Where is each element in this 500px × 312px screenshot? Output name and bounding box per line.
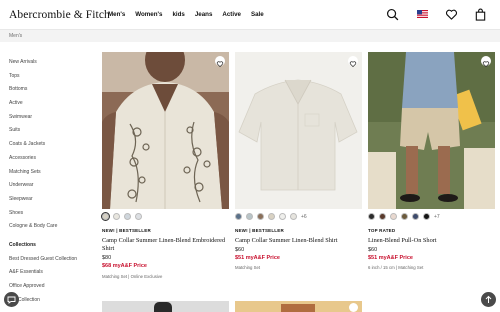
- color-swatch[interactable]: [368, 213, 375, 220]
- heart-icon: [349, 61, 357, 68]
- sidebar-item-best-dressed-guest[interactable]: Best Dressed Guest Collection: [9, 255, 99, 269]
- color-swatch[interactable]: [268, 213, 275, 220]
- sidebar-item-sleepwear[interactable]: Sleepwear: [9, 195, 99, 209]
- nav-sale[interactable]: Sale: [251, 11, 264, 18]
- nav-womens[interactable]: Women's: [135, 11, 162, 18]
- color-swatch[interactable]: [279, 213, 286, 220]
- sidebar-item-coats-jackets[interactable]: Coats & Jackets: [9, 140, 99, 154]
- search-icon[interactable]: [386, 8, 399, 21]
- product-note: Matching Set | Online Exclusive: [102, 274, 163, 279]
- sidebar-item-matching-sets[interactable]: Matching Sets: [9, 168, 99, 182]
- product-name[interactable]: Linen-Blend Pull-On Short: [368, 237, 493, 245]
- product-image[interactable]: [368, 301, 495, 312]
- color-swatch[interactable]: [257, 213, 264, 220]
- shopping-bag-icon[interactable]: [474, 8, 487, 21]
- color-swatch[interactable]: [135, 213, 142, 220]
- color-swatch[interactable]: [124, 213, 131, 220]
- arrow-up-icon: [485, 295, 492, 303]
- color-swatches: [100, 211, 142, 222]
- color-swatch[interactable]: [100, 211, 111, 222]
- member-price: $68 myA&F Price: [102, 263, 147, 269]
- sidebar-item-underwear[interactable]: Underwear: [9, 181, 99, 195]
- sidebar-item-suits[interactable]: Suits: [9, 126, 99, 140]
- sidebar-item-af-essentials[interactable]: A&F Essentials: [9, 268, 99, 282]
- product-name[interactable]: Camp Collar Summer Linen-Blend Shirt: [235, 237, 360, 245]
- product-name[interactable]: Camp Collar Summer Linen-Blend Embroider…: [102, 237, 227, 253]
- product-image[interactable]: [235, 301, 362, 312]
- color-swatch[interactable]: [113, 213, 120, 220]
- sidebar-item-accessories[interactable]: Accessories: [9, 154, 99, 168]
- collections-heading: Collections: [9, 241, 36, 248]
- member-price: $51 myA&F Price: [368, 255, 413, 261]
- heart-icon: [216, 61, 224, 68]
- color-swatches: +7: [368, 213, 440, 220]
- product-badge: NEW! | BESTSELLER: [102, 228, 151, 233]
- chat-bubble-icon: [7, 296, 16, 304]
- product-image[interactable]: [235, 52, 362, 209]
- color-swatch[interactable]: [412, 213, 419, 220]
- sidebar-item-cologne[interactable]: Cologne & Body Care: [9, 222, 99, 236]
- nav-active[interactable]: Active: [222, 11, 241, 18]
- sidebar-item-bottoms[interactable]: Bottoms: [9, 85, 99, 99]
- us-flag-icon[interactable]: [417, 10, 428, 18]
- product-image[interactable]: [102, 301, 229, 312]
- cap-shape: [154, 302, 172, 312]
- product-note: 6 inch / 15 cm | Matching Set: [368, 265, 424, 270]
- sidebar-item-swimwear[interactable]: Swimwear: [9, 113, 99, 127]
- add-to-wishlist-button[interactable]: [215, 56, 225, 68]
- category-sidebar: New Arrivals Tops Bottoms Active Swimwea…: [9, 58, 99, 309]
- heart-icon: [482, 61, 490, 68]
- product-image[interactable]: [368, 52, 495, 209]
- more-colors-count[interactable]: +6: [301, 214, 307, 220]
- product-price: $80: [102, 255, 112, 261]
- shirt-shape: [281, 304, 315, 312]
- color-swatch[interactable]: [246, 213, 253, 220]
- sidebar-item-collection[interactable]: Collection: [9, 296, 99, 310]
- color-swatch[interactable]: [390, 213, 397, 220]
- sidebar-item-active[interactable]: Active: [9, 99, 99, 113]
- product-price: $60: [235, 247, 245, 253]
- back-to-top-button[interactable]: [481, 292, 496, 307]
- color-swatch[interactable]: [423, 213, 430, 220]
- main-nav: Men's Women's kids Jeans Active Sale: [108, 11, 274, 18]
- color-swatches: +6: [235, 213, 307, 220]
- wishlist-heart-icon[interactable]: [445, 8, 458, 21]
- breadcrumb-bar: Men's: [0, 30, 500, 42]
- add-to-wishlist-button[interactable]: [349, 303, 358, 312]
- product-badge: TOP RATED: [368, 228, 396, 233]
- chat-button[interactable]: [4, 292, 19, 307]
- add-to-wishlist-button[interactable]: [348, 56, 358, 68]
- product-note: Matching Set: [235, 265, 261, 270]
- site-header: Abercrombie & Fitch Men's Women's kids J…: [0, 0, 500, 30]
- brand-logo[interactable]: Abercrombie & Fitch: [9, 9, 110, 21]
- nav-kids[interactable]: kids: [172, 11, 184, 18]
- color-swatch[interactable]: [235, 213, 242, 220]
- nav-jeans[interactable]: Jeans: [195, 11, 213, 18]
- product-badge: NEW! | BESTSELLER: [235, 228, 284, 233]
- breadcrumb[interactable]: Men's: [9, 33, 22, 39]
- product-price: $60: [368, 247, 378, 253]
- member-price: $51 myA&F Price: [235, 255, 280, 261]
- sidebar-item-new-arrivals[interactable]: New Arrivals: [9, 58, 99, 72]
- color-swatch[interactable]: [290, 213, 297, 220]
- product-image[interactable]: [102, 52, 229, 209]
- sidebar-item-shoes[interactable]: Shoes: [9, 209, 99, 223]
- add-to-wishlist-button[interactable]: [481, 56, 491, 68]
- more-colors-count[interactable]: +7: [434, 214, 440, 220]
- color-swatch[interactable]: [401, 213, 408, 220]
- color-swatch[interactable]: [379, 213, 386, 220]
- nav-mens[interactable]: Men's: [108, 11, 125, 18]
- sidebar-item-tops[interactable]: Tops: [9, 72, 99, 86]
- sidebar-item-office-approved[interactable]: Office Approved: [9, 282, 99, 296]
